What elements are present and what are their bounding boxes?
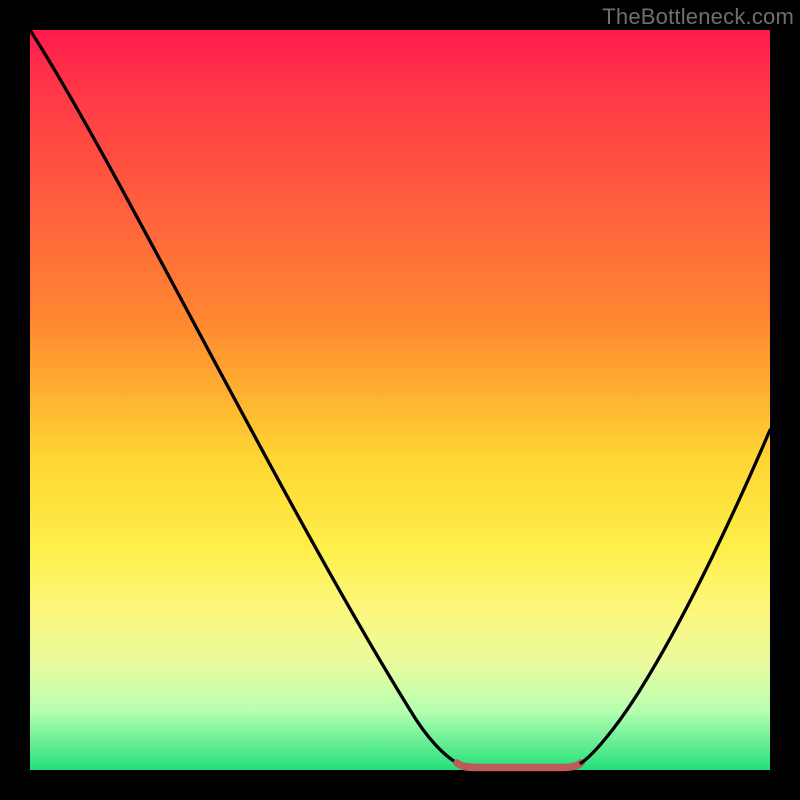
chart-frame: TheBottleneck.com: [0, 0, 800, 800]
chart-curves-svg: [30, 30, 770, 770]
curve-left: [30, 30, 457, 763]
watermark-text: TheBottleneck.com: [602, 4, 794, 30]
curve-right: [581, 430, 770, 763]
curve-flat: [457, 763, 581, 768]
